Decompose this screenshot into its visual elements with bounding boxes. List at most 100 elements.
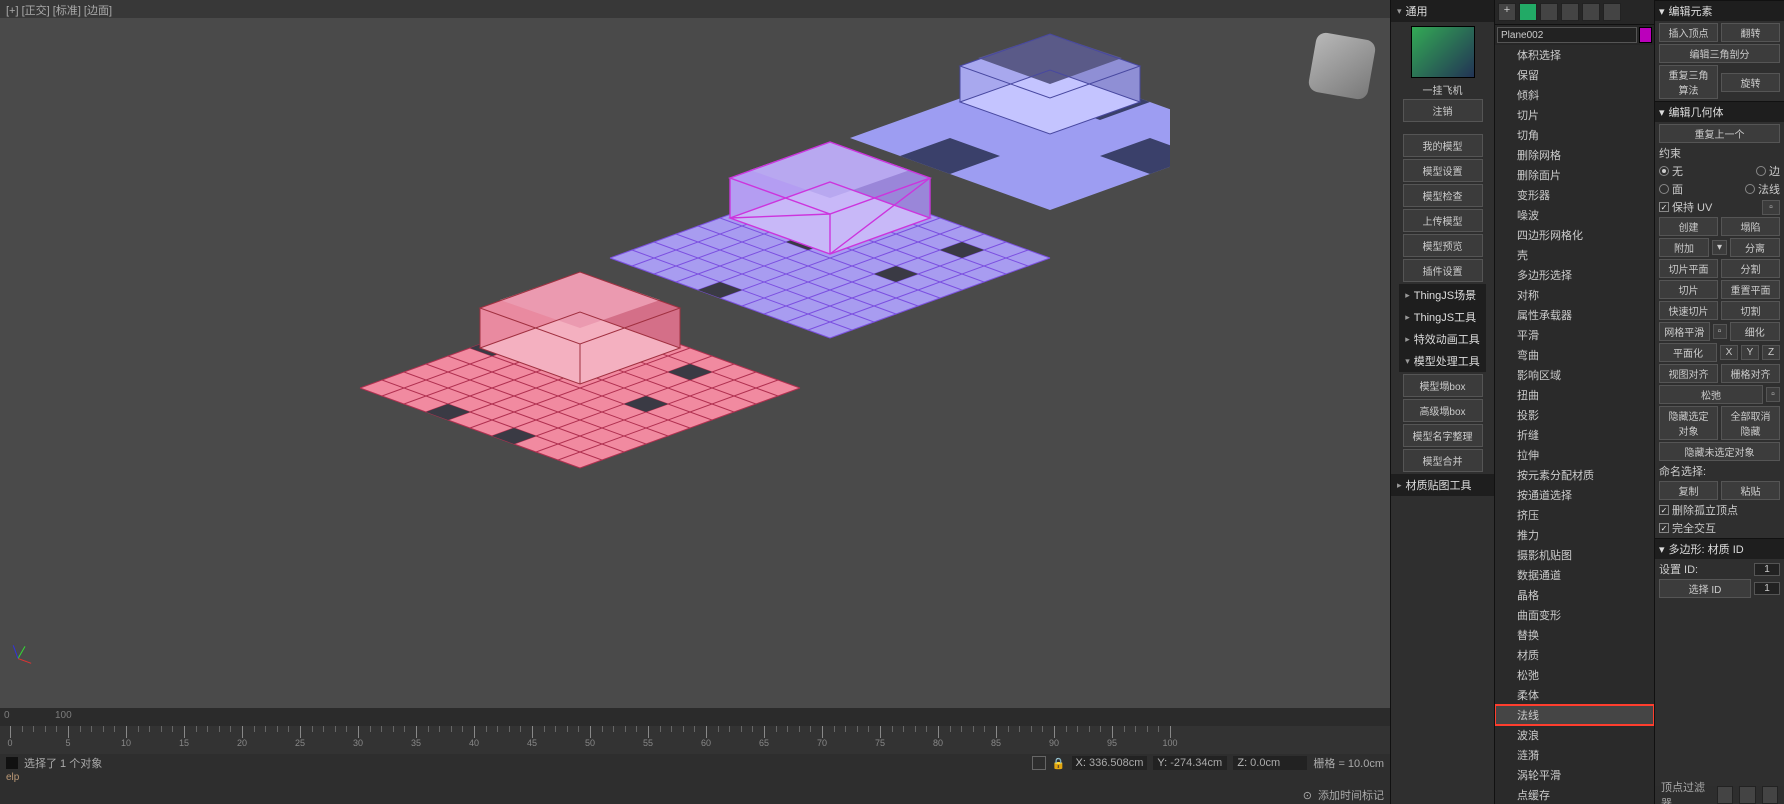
coord-x[interactable]: X:336.508cm [1072,756,1148,770]
modifier-item[interactable]: 按通道选择 [1495,485,1654,505]
modifier-item[interactable]: 按元素分配材质 [1495,465,1654,485]
create-tab-icon[interactable]: + [1498,3,1516,21]
modifier-item[interactable]: 切角 [1495,125,1654,145]
modifier-item[interactable]: 涡轮平滑 [1495,765,1654,785]
rollout-edit-geometry[interactable]: ▾编辑几何体 [1655,102,1784,122]
split-btn[interactable]: 分割 [1721,259,1780,278]
modifier-item[interactable]: 变形器 [1495,185,1654,205]
flip-btn[interactable]: 翻转 [1721,23,1780,42]
slice-btn[interactable]: 切片 [1659,280,1718,299]
hierarchy-tab-icon[interactable] [1540,3,1558,21]
modelproc-btn-1[interactable]: 高级塌box [1403,399,1483,422]
filter-icon-3[interactable] [1762,786,1778,804]
attach-btn[interactable]: 附加 [1659,238,1709,257]
viewport-3d[interactable] [0,18,1390,708]
modifier-item[interactable]: 柔体 [1495,685,1654,705]
planarize-btn[interactable]: 平面化 [1659,343,1717,362]
plugin-btn-2[interactable]: 模型检查 [1403,184,1483,207]
modelproc-btn-3[interactable]: 模型合并 [1403,449,1483,472]
msmooth-btn[interactable]: 网格平滑 [1659,322,1710,341]
repeat-last-btn[interactable]: 重复上一个 [1659,124,1780,143]
rollout-poly-material[interactable]: ▾多边形: 材质 ID [1655,539,1784,559]
modifier-item[interactable]: 波浪 [1495,725,1654,745]
set-id-spinner[interactable] [1754,563,1780,576]
reset-plane-btn[interactable]: 重置平面 [1721,280,1780,299]
modifier-item[interactable]: 挤压 [1495,505,1654,525]
slice-plane-btn[interactable]: 切片平面 [1659,259,1718,278]
edit-tri-btn[interactable]: 编辑三角剖分 [1659,44,1780,63]
filter-icon-1[interactable] [1717,786,1733,804]
modifier-item[interactable]: 松弛 [1495,665,1654,685]
modifier-item[interactable]: 曲面变形 [1495,605,1654,625]
collapse-btn[interactable]: 塌陷 [1721,217,1780,236]
coord-z[interactable]: Z:0.0cm [1233,756,1307,770]
full-inter-check[interactable]: ✓ [1659,523,1669,533]
modifier-item[interactable]: 推力 [1495,525,1654,545]
modifier-item[interactable]: 倾斜 [1495,85,1654,105]
modifier-item[interactable]: 壳 [1495,245,1654,265]
object-name-field[interactable] [1497,27,1637,43]
plugin-btn-4[interactable]: 模型预览 [1403,234,1483,257]
isolate-icon[interactable] [1032,756,1046,770]
planar-z[interactable]: Z [1762,345,1780,360]
tessellate-btn[interactable]: 细化 [1730,322,1781,341]
modifier-item[interactable]: 涟漪 [1495,745,1654,765]
modifier-item[interactable]: 点缓存 [1495,785,1654,804]
plugin-header-material[interactable]: ▸材质贴图工具 [1391,474,1494,496]
modifier-item[interactable]: 投影 [1495,405,1654,425]
modifier-item[interactable]: 体积选择 [1495,45,1654,65]
paste-btn[interactable]: 粘贴 [1721,481,1780,500]
plugin-btn-3[interactable]: 上传模型 [1403,209,1483,232]
modifier-item[interactable]: 替换 [1495,625,1654,645]
cut-btn[interactable]: 切割 [1721,301,1780,320]
modifier-item[interactable]: 删除面片 [1495,165,1654,185]
insert-vertex-btn[interactable]: 插入顶点 [1659,23,1718,42]
motion-tab-icon[interactable] [1561,3,1579,21]
modifier-item[interactable]: 切片 [1495,105,1654,125]
modifier-item[interactable]: 拉伸 [1495,445,1654,465]
planar-y[interactable]: Y [1741,345,1759,360]
modifier-item[interactable]: 影响区域 [1495,365,1654,385]
modifier-item[interactable]: 扭曲 [1495,385,1654,405]
grid-align-btn[interactable]: 栅格对齐 [1721,364,1780,383]
plugin-section-3[interactable]: ▾模型处理工具 [1399,350,1486,372]
modifier-item[interactable]: 弯曲 [1495,345,1654,365]
display-tab-icon[interactable] [1582,3,1600,21]
relax-opt[interactable]: ▫ [1766,387,1780,402]
script-listener-icon[interactable] [6,757,18,769]
msmooth-opt[interactable]: ▫ [1713,324,1727,339]
plugin-btn-5[interactable]: 插件设置 [1403,259,1483,282]
coord-y[interactable]: Y:-274.34cm [1153,756,1227,770]
plugin-section-1[interactable]: ▸ThingJS工具 [1399,306,1486,328]
detach-btn[interactable]: 分离 [1730,238,1780,257]
modifier-item[interactable]: 数据通道 [1495,565,1654,585]
select-id-btn[interactable]: 选择 ID [1659,579,1751,598]
select-id-spinner[interactable] [1754,582,1780,595]
modifier-item[interactable]: 法线 [1495,705,1654,725]
rotate-btn[interactable]: 旋转 [1721,73,1780,92]
preserve-uv-check[interactable]: ✓ [1659,202,1669,212]
modifier-item[interactable]: 噪波 [1495,205,1654,225]
object-color-swatch[interactable] [1639,27,1652,43]
constraint-edge-radio[interactable] [1756,166,1766,176]
modifier-item[interactable]: 平滑 [1495,325,1654,345]
constraint-none-radio[interactable] [1659,166,1669,176]
modifier-item[interactable]: 保留 [1495,65,1654,85]
plugin-header-general[interactable]: ▾通用 [1391,0,1494,22]
modifier-item[interactable]: 材质 [1495,645,1654,665]
filter-icon-2[interactable] [1739,786,1755,804]
plugin-section-2[interactable]: ▸特效动画工具 [1399,328,1486,350]
preserve-uv-settings[interactable]: ▫ [1762,200,1780,215]
constraint-face-radio[interactable] [1659,184,1669,194]
modelproc-btn-2[interactable]: 模型名字整理 [1403,424,1483,447]
hide-sel-btn[interactable]: 隐藏选定对象 [1659,406,1718,440]
modifier-item[interactable]: 多边形选择 [1495,265,1654,285]
plugin-btn-0[interactable]: 我的模型 [1403,134,1483,157]
modelproc-btn-0[interactable]: 模型塌box [1403,374,1483,397]
quickslice-btn[interactable]: 快速切片 [1659,301,1718,320]
modifier-item[interactable]: 删除网格 [1495,145,1654,165]
create-btn[interactable]: 创建 [1659,217,1718,236]
modifier-item[interactable]: 四边形网格化 [1495,225,1654,245]
constraint-normal-radio[interactable] [1745,184,1755,194]
hide-unsel-btn[interactable]: 隐藏未选定对象 [1659,442,1780,461]
